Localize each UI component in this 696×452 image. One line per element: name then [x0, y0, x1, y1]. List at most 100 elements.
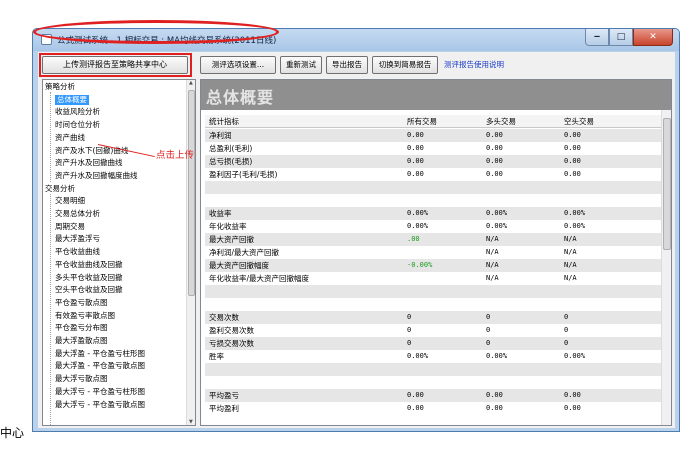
table-row: [205, 181, 661, 194]
metric-value: 0.00: [486, 144, 503, 152]
table-row: 交易次数 0 0 0: [205, 311, 661, 324]
metric-value: 0: [564, 339, 569, 347]
close-button[interactable]: ✕: [633, 29, 673, 46]
report-scroll-thumb[interactable]: [663, 118, 671, 250]
metric-value: -0.00%: [407, 261, 433, 269]
column-header: 统计指标: [209, 117, 239, 126]
tree-item[interactable]: 资产升水及回撤幅度曲线: [55, 171, 138, 181]
export-report-button[interactable]: 导出报告: [326, 56, 368, 74]
metric-value: 0: [564, 326, 569, 334]
table-row: [205, 285, 661, 298]
metric-value: 0.00%: [486, 222, 508, 230]
column-header: 多头交易: [486, 117, 516, 126]
switch-simple-report-button[interactable]: 切换到简易报告: [372, 56, 438, 74]
tree-item[interactable]: 收益风险分析: [55, 107, 100, 117]
metric-value: 0.00: [564, 144, 581, 152]
table-row: 总亏损(毛损) 0.00 0.00 0.00: [205, 155, 661, 168]
metric-value: 0.00: [407, 157, 424, 165]
metric-value: 0: [486, 339, 491, 347]
tree-item[interactable]: 策略分析: [45, 82, 75, 92]
table-row: 收益率 0.00% 0.00% 0.00%: [205, 207, 661, 220]
metric-label: 胜率: [209, 352, 224, 361]
tree-item[interactable]: 有效盈亏率散点图: [55, 311, 115, 321]
metric-value: N/A: [486, 235, 499, 243]
table-row: 年化收益率/最大资产回撤幅度 N/A N/A: [205, 272, 661, 285]
table-row: [205, 363, 661, 376]
tree-item[interactable]: 时间仓位分析: [55, 120, 100, 130]
metric-label: 收益率: [209, 209, 232, 218]
minimize-button[interactable]: ‒: [585, 29, 609, 46]
tree-guide-line: [50, 92, 51, 182]
metric-value: 0.00%: [564, 209, 586, 217]
metric-label: 最大资产回撤: [209, 235, 254, 244]
tree-item[interactable]: 最大浮亏 - 平仓盈亏柱形图: [55, 387, 145, 397]
metric-label: 平均盈亏: [209, 391, 239, 400]
tree-scrollbar[interactable]: ▲ ▼: [186, 80, 195, 425]
tree-item[interactable]: 最大浮亏散点图: [55, 374, 108, 384]
metric-value: N/A: [564, 235, 577, 243]
title-highlight-ellipse: [33, 20, 279, 44]
metric-value: 0.00%: [486, 209, 508, 217]
metric-value: N/A: [564, 261, 577, 269]
tree-item[interactable]: 交易分析: [45, 184, 75, 194]
metric-label: 盈利因子(毛利/毛损): [209, 170, 278, 179]
metric-value: 0.00: [564, 157, 581, 165]
report-scrollbar[interactable]: [661, 110, 671, 425]
metric-value: N/A: [486, 261, 499, 269]
metric-label: 最大资产回撤幅度: [209, 261, 269, 270]
retest-button[interactable]: 重新测试: [280, 56, 322, 74]
tree-item[interactable]: 总体概要: [55, 94, 89, 105]
scroll-up-icon[interactable]: ▲: [189, 80, 193, 86]
tree-item[interactable]: 最大浮盈 - 平仓盈亏散点图: [55, 361, 145, 371]
tree-item[interactable]: 平仓收益曲线: [55, 247, 100, 257]
column-header: 空头交易: [564, 117, 594, 126]
metric-value: 0: [486, 313, 491, 321]
metric-label: 平均盈利: [209, 404, 239, 413]
metric-value: 0.00%: [564, 222, 586, 230]
tree-item[interactable]: 资产升水及回撤曲线: [55, 158, 123, 168]
metric-value: 0: [407, 313, 412, 321]
maximize-button[interactable]: □: [609, 29, 633, 46]
table-row: 平均盈利 0.00 0.00 0.00: [205, 402, 661, 415]
table-row: 盈利交易次数 0 0 0: [205, 324, 661, 337]
metric-label: 总亏损(毛损): [209, 157, 253, 166]
metric-value: .00: [407, 235, 420, 243]
tree-item[interactable]: 资产曲线: [55, 133, 85, 143]
test-options-button[interactable]: 测评选项设置...: [200, 56, 276, 74]
tree-item[interactable]: 交易总体分析: [55, 209, 100, 219]
metric-value: 0.00: [486, 157, 503, 165]
metric-value: 0.00: [407, 144, 424, 152]
tree-item[interactable]: 交易明细: [55, 196, 85, 206]
tree-item[interactable]: 平仓收益曲线及回撤: [55, 260, 123, 270]
tree-item[interactable]: 空头平仓收益及回撤: [55, 285, 123, 295]
metric-value: 0.00: [564, 391, 581, 399]
tree-item[interactable]: 最大浮盈浮亏: [55, 234, 100, 244]
tree-item[interactable]: 最大浮盈散点图: [55, 336, 108, 346]
metric-value: 0.00: [407, 131, 424, 139]
tree-item[interactable]: 平仓盈亏散点图: [55, 298, 108, 308]
tree-item[interactable]: 最大浮亏 - 平仓盈亏散点图: [55, 400, 145, 410]
table-row: 最大资产回撤幅度 -0.00% N/A N/A: [205, 259, 661, 272]
report-help-link[interactable]: 测评报告使用说明: [444, 59, 504, 70]
table-row: [205, 376, 661, 389]
tree-item[interactable]: 最大浮盈 - 平仓盈亏柱形图: [55, 349, 145, 359]
nav-tree: ▲ ▼ 策略分析总体概要收益风险分析 时间仓位分析 资产曲线资产及水下(回撤)曲线资…: [42, 79, 196, 426]
metric-value: 0: [486, 326, 491, 334]
client-area: 上传测评报告至策略共享中心 测评选项设置... 重新测试 导出报告 切换到简易报…: [38, 52, 675, 428]
tree-scroll-thumb[interactable]: [188, 90, 195, 296]
upload-report-button[interactable]: 上传测评报告至策略共享中心: [42, 56, 188, 74]
tree-item[interactable]: 周期交易: [55, 222, 85, 232]
table-row: 年化收益率 0.00% 0.00% 0.00%: [205, 220, 661, 233]
metric-value: 0.00: [486, 131, 503, 139]
tree-item[interactable]: 资产及水下(回撤)曲线: [55, 146, 128, 156]
tree-item[interactable]: 平仓盈亏分布图: [55, 323, 108, 333]
tree-item[interactable]: 多头平仓收益及回撤: [55, 273, 123, 283]
scroll-down-icon[interactable]: ▼: [189, 419, 193, 425]
metric-value: 0: [564, 313, 569, 321]
table-row: 亏损交易次数 0 0 0: [205, 337, 661, 350]
metric-value: 0.00%: [486, 352, 508, 360]
report-banner: 总体概要: [201, 80, 671, 110]
table-row: 净利润/最大资产回撤 N/A N/A: [205, 246, 661, 259]
metric-value: 0: [407, 326, 412, 334]
table-header-row: 统计指标 所有交易 多头交易 空头交易: [205, 115, 661, 128]
